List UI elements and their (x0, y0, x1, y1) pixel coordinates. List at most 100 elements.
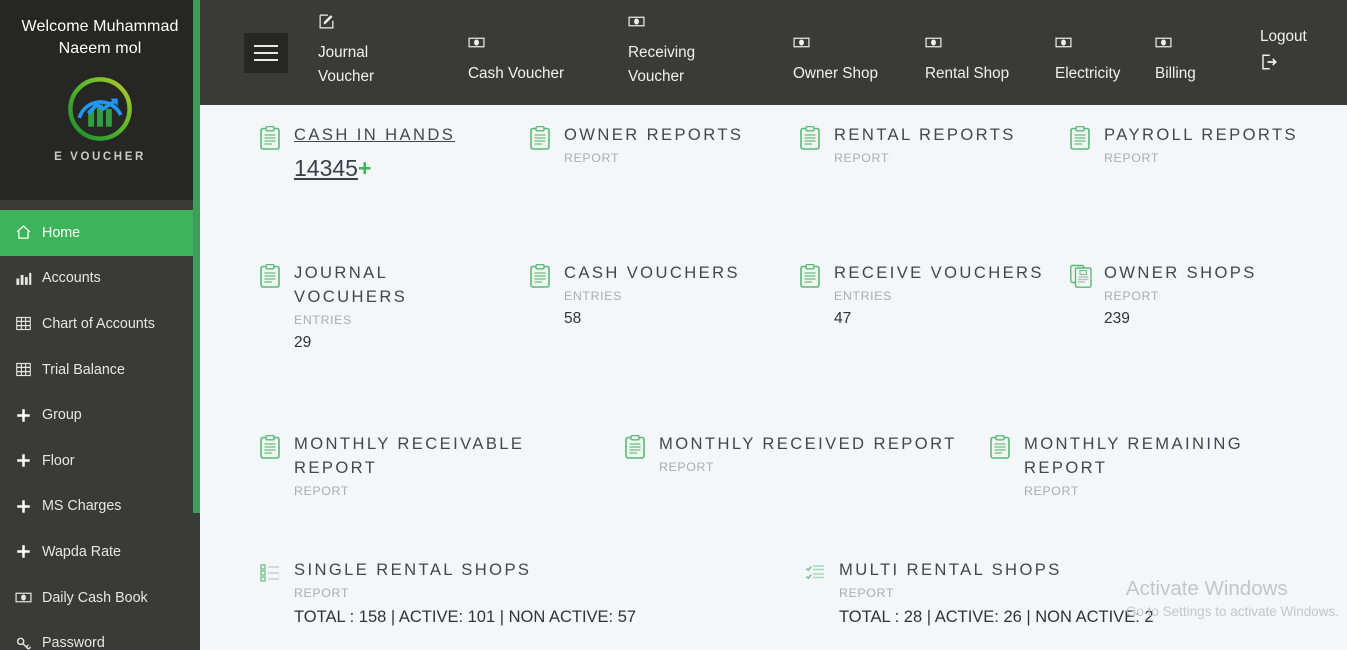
topnav-item-billing[interactable]: Billing (1155, 13, 1250, 86)
dashboard-row-3: MONTHLY RECEIVABLE REPORT REPORT MONTHLY… (230, 432, 1347, 501)
sign-out-icon (1260, 53, 1340, 79)
sidebar-item-ms-charges[interactable]: MS Charges (0, 484, 200, 530)
topnav-item-receiving-voucher[interactable]: Receiving Voucher (628, 13, 783, 89)
sidebar-item-floor[interactable]: Floor (0, 438, 200, 484)
topnav-item-label: Rental Shop (925, 65, 1010, 82)
sidebar: Welcome Muhammad Naeem mol E VOUCHER Hom… (0, 0, 200, 650)
topnav-item-label: Billing (1155, 65, 1196, 82)
topnav-item-journal-voucher[interactable]: Journal Voucher (318, 13, 458, 89)
topnav-item-owner-shop[interactable]: Owner Shop (793, 13, 915, 86)
card-title: CASH VOUCHERS (564, 263, 740, 282)
sidebar-item-password[interactable]: Password (0, 620, 200, 650)
card-title: RECEIVE VOUCHERS (834, 263, 1044, 282)
card-body: RENTAL REPORTS REPORT (834, 123, 1016, 168)
card-monthly-remaining-report[interactable]: MONTHLY REMAINING REPORT REPORT (990, 432, 1347, 501)
logo-wordmark: E VOUCHER (54, 151, 146, 163)
card-subtitle: REPORT (834, 151, 890, 165)
card-title: MONTHLY REMAINING REPORT (1024, 434, 1244, 477)
plus-icon (14, 406, 32, 424)
card-title[interactable]: CASH IN HANDS (294, 123, 455, 147)
sidebar-item-accounts[interactable]: Accounts (0, 256, 200, 302)
card-cash-in-hands[interactable]: CASH IN HANDS 14345+ (260, 123, 530, 182)
money-icon (628, 13, 783, 38)
clipboard-icon (1070, 123, 1092, 150)
sidebar-nav: Home Accounts Chart of Accounts Trial Ba… (0, 210, 200, 650)
money-icon (468, 34, 618, 59)
clipboard-icon (260, 123, 282, 150)
card-subtitle: ENTRIES (294, 313, 352, 327)
card-subtitle: REPORT (1024, 484, 1080, 498)
checklist-icon (805, 558, 827, 585)
card-subtitle: REPORT (1104, 151, 1160, 165)
topnav-item-cash-voucher[interactable]: Cash Voucher (468, 13, 618, 86)
card-title: OWNER REPORTS (564, 125, 744, 144)
sidebar-item-daily-cash-book[interactable]: Daily Cash Book (0, 575, 200, 621)
card-single-rental-shops[interactable]: SINGLE RENTAL SHOPS REPORT TOTAL : 158 |… (260, 558, 805, 628)
card-multi-rental-shops[interactable]: MULTI RENTAL SHOPS REPORT TOTAL : 28 | A… (805, 558, 1347, 628)
hamburger-icon[interactable] (244, 32, 288, 73)
card-body: SINGLE RENTAL SHOPS REPORT TOTAL : 158 |… (294, 558, 636, 628)
card-rental-reports[interactable]: RENTAL REPORTS REPORT (800, 123, 1070, 182)
sidebar-item-wapda-rate[interactable]: Wapda Rate (0, 529, 200, 575)
card-subtitle: REPORT (564, 151, 620, 165)
sidebar-item-label: Floor (42, 452, 75, 469)
card-body: MONTHLY REMAINING REPORT REPORT (1024, 432, 1264, 501)
card-stat-line: TOTAL : 28 | ACTIVE: 26 | NON ACTIVE: 2 (839, 608, 1154, 626)
clipboard-icon (625, 432, 647, 459)
card-monthly-receivable-report[interactable]: MONTHLY RECEIVABLE REPORT REPORT (260, 432, 625, 501)
card-body: CASH VOUCHERS ENTRIES 58 (564, 261, 740, 330)
money-icon (1155, 34, 1250, 59)
card-subtitle: REPORT (659, 460, 715, 474)
sidebar-item-chart-of-accounts[interactable]: Chart of Accounts (0, 301, 200, 347)
card-body: MONTHLY RECEIVED REPORT REPORT (659, 432, 957, 477)
top-navigation: Journal Voucher Cash Voucher Receiving V… (318, 0, 1347, 105)
sidebar-item-trial-balance[interactable]: Trial Balance (0, 347, 200, 393)
money-icon (793, 34, 915, 59)
card-title: SINGLE RENTAL SHOPS (294, 560, 532, 579)
key-icon (14, 634, 32, 650)
dashboard-row-2: JOURNAL VOCUHERS ENTRIES 29 CASH VOUCHER… (230, 261, 1340, 354)
card-body: RECEIVE VOUCHERS ENTRIES 47 (834, 261, 1044, 330)
topnav-item-label: Receiving Voucher (628, 44, 696, 85)
card-journal-vouchers[interactable]: JOURNAL VOCUHERS ENTRIES 29 (260, 261, 530, 354)
edit-square-icon (318, 13, 458, 38)
money-icon (1055, 34, 1145, 59)
documents-icon (1070, 261, 1092, 288)
sidebar-item-label: Accounts (42, 270, 101, 287)
topnav-item-logout[interactable]: Logout (1260, 13, 1340, 82)
sidebar-item-group[interactable]: Group (0, 392, 200, 438)
card-owner-shops[interactable]: OWNER SHOPS REPORT 239 (1070, 261, 1340, 354)
card-payroll-reports[interactable]: PAYROLL REPORTS REPORT (1070, 123, 1340, 182)
topnav-item-electricity[interactable]: Electricity (1055, 13, 1145, 86)
topnav-item-label: Cash Voucher (468, 65, 565, 82)
plus-icon[interactable]: + (358, 155, 371, 181)
card-title: MONTHLY RECEIVED REPORT (659, 434, 957, 453)
card-title: JOURNAL VOCUHERS (294, 263, 408, 306)
clipboard-icon (800, 123, 822, 150)
topnav-item-rental-shop[interactable]: Rental Shop (925, 13, 1045, 86)
sidebar-item-label: MS Charges (42, 498, 122, 515)
clipboard-icon (990, 432, 1012, 459)
card-receive-vouchers[interactable]: RECEIVE VOUCHERS ENTRIES 47 (800, 261, 1070, 354)
sidebar-item-label: Daily Cash Book (42, 589, 148, 606)
sidebar-scrollbar[interactable] (193, 0, 200, 513)
topnav-item-label: Logout (1260, 28, 1307, 45)
card-subtitle: REPORT (839, 586, 895, 600)
card-owner-reports[interactable]: OWNER REPORTS REPORT (530, 123, 800, 182)
dashboard-row-1: CASH IN HANDS 14345+ OWNER REPORTS REPOR… (230, 123, 1340, 182)
plus-icon (14, 452, 32, 470)
card-monthly-received-report[interactable]: MONTHLY RECEIVED REPORT REPORT (625, 432, 990, 501)
card-cash-vouchers[interactable]: CASH VOUCHERS ENTRIES 58 (530, 261, 800, 354)
clipboard-icon (800, 261, 822, 288)
sidebar-divider (0, 200, 200, 210)
sidebar-item-label: Group (42, 407, 82, 424)
clipboard-icon (530, 261, 552, 288)
sidebar-item-home[interactable]: Home (0, 210, 200, 256)
welcome-text: Welcome Muhammad Naeem mol (21, 18, 179, 57)
topbar: Journal Voucher Cash Voucher Receiving V… (200, 0, 1347, 105)
card-title: MONTHLY RECEIVABLE REPORT (294, 434, 525, 477)
table-icon (14, 361, 32, 379)
sidebar-brand: Welcome Muhammad Naeem mol E VOUCHER (0, 0, 200, 200)
checklist-icon (260, 558, 282, 585)
dashboard-row-4: SINGLE RENTAL SHOPS REPORT TOTAL : 158 |… (230, 558, 1347, 628)
